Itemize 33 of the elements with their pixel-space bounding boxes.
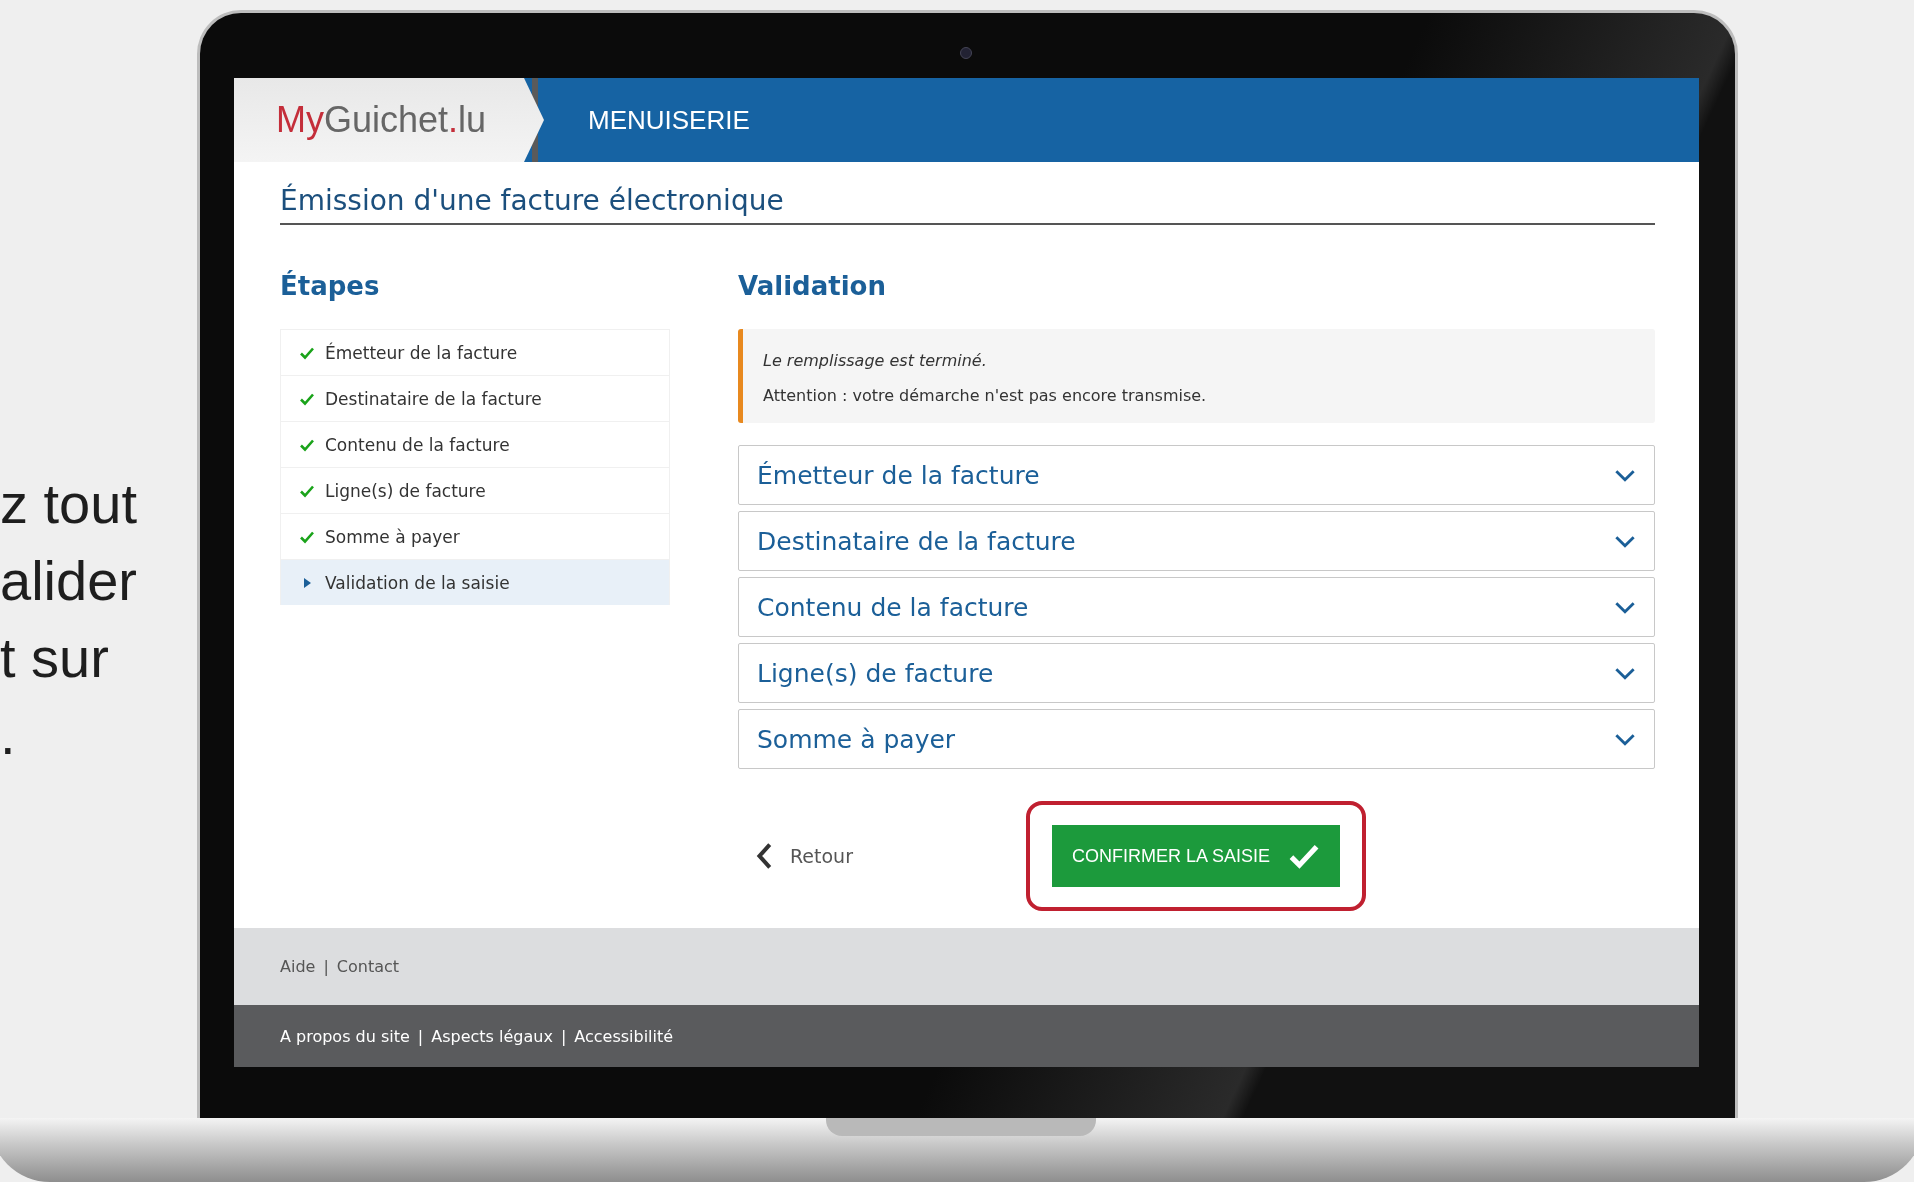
- step-item[interactable]: Émetteur de la facture: [280, 329, 670, 375]
- caption-text: .: [0, 702, 16, 768]
- caption-text: alider: [0, 548, 137, 614]
- caption-text: t sur: [0, 625, 109, 691]
- steps-heading: Étapes: [280, 271, 381, 303]
- accordion-header[interactable]: Ligne(s) de facture: [738, 643, 1655, 703]
- footer-link[interactable]: Contact: [336, 957, 400, 976]
- page-title: Émission d'une facture électronique: [280, 184, 1655, 225]
- separator: |: [560, 1026, 567, 1046]
- section-title: MENUISERIE: [588, 104, 750, 136]
- footer-link[interactable]: A propos du site: [280, 1026, 410, 1046]
- step-item[interactable]: Validation de la saisie: [280, 559, 670, 605]
- back-link[interactable]: Retour: [756, 841, 1026, 871]
- status-text: Le remplissage est terminé.: [763, 351, 988, 370]
- step-item[interactable]: Ligne(s) de facture: [280, 467, 670, 513]
- validation-heading: Validation: [738, 271, 887, 303]
- caption-text: z tout: [0, 471, 137, 537]
- camera-icon: [960, 47, 972, 59]
- footer-link[interactable]: Accessibilité: [574, 1026, 674, 1046]
- footer-link[interactable]: Aspects légaux: [431, 1026, 553, 1046]
- accordion-header[interactable]: Contenu de la facture: [738, 577, 1655, 637]
- accordion-header[interactable]: Émetteur de la facture: [738, 445, 1655, 505]
- check-icon: [1288, 842, 1321, 870]
- step-item[interactable]: Contenu de la facture: [280, 421, 670, 467]
- chevron-left-icon: [756, 841, 772, 871]
- confirm-button[interactable]: CONFIRMER LA SAISIE: [1052, 825, 1341, 887]
- accordion-header[interactable]: Destinataire de la facture: [738, 511, 1655, 571]
- footer-link[interactable]: Aide: [280, 957, 316, 976]
- separator: |: [323, 957, 329, 976]
- warning-text: Attention : votre démarche n'est pas encore transmise.: [763, 386, 1208, 405]
- separator: |: [417, 1026, 424, 1046]
- accordion-header[interactable]: Somme à payer: [738, 709, 1655, 769]
- step-item[interactable]: Destinataire de la facture: [280, 375, 670, 421]
